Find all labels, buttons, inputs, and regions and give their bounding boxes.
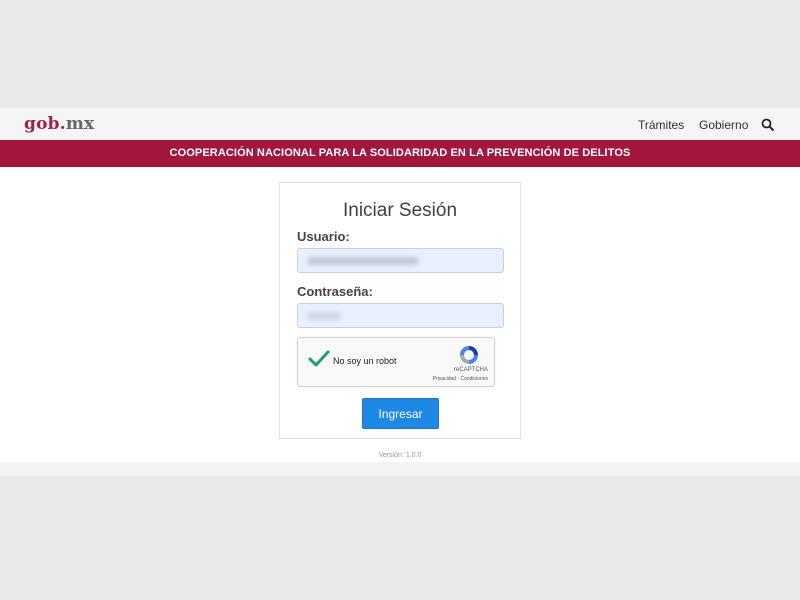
footer-band xyxy=(0,462,800,476)
nav-link-gobierno[interactable]: Gobierno xyxy=(699,118,748,132)
checkmark-icon[interactable] xyxy=(308,350,330,368)
nav-link-tramites[interactable]: Trámites xyxy=(638,118,684,132)
username-label: Usuario: xyxy=(297,229,350,244)
recaptcha-logo-icon xyxy=(460,346,478,364)
logo-suffix: mx xyxy=(65,114,95,134)
main-content: Iniciar Sesión Usuario: Contraseña: No s… xyxy=(0,167,800,462)
password-redacted-value xyxy=(307,312,341,320)
captcha-privacy-terms-links[interactable]: Privacidad - Condiciones xyxy=(433,376,488,382)
username-redacted-value xyxy=(307,257,419,265)
password-field[interactable] xyxy=(297,303,504,328)
search-icon[interactable] xyxy=(761,118,775,132)
login-submit-button[interactable]: Ingresar xyxy=(362,398,439,429)
username-field[interactable] xyxy=(297,248,504,273)
version-text: Versión: 1.0.0 xyxy=(378,452,422,459)
top-navbar: gob.mx Trámites Gobierno xyxy=(0,108,800,140)
captcha-label: No soy un robot xyxy=(333,356,397,366)
recaptcha-widget: No soy un robot reCAPTCHA Privacidad - C… xyxy=(297,337,495,387)
institution-banner: COOPERACIÓN NACIONAL PARA LA SOLIDARIDAD… xyxy=(0,140,800,167)
captcha-brand: reCAPTCHA xyxy=(453,367,488,373)
login-title: Iniciar Sesión xyxy=(342,200,458,221)
password-label: Contraseña: xyxy=(297,284,373,299)
logo-main: gob xyxy=(24,114,60,134)
gob-mx-logo[interactable]: gob.mx xyxy=(24,114,94,134)
login-card: Iniciar Sesión Usuario: Contraseña: No s… xyxy=(279,182,521,439)
